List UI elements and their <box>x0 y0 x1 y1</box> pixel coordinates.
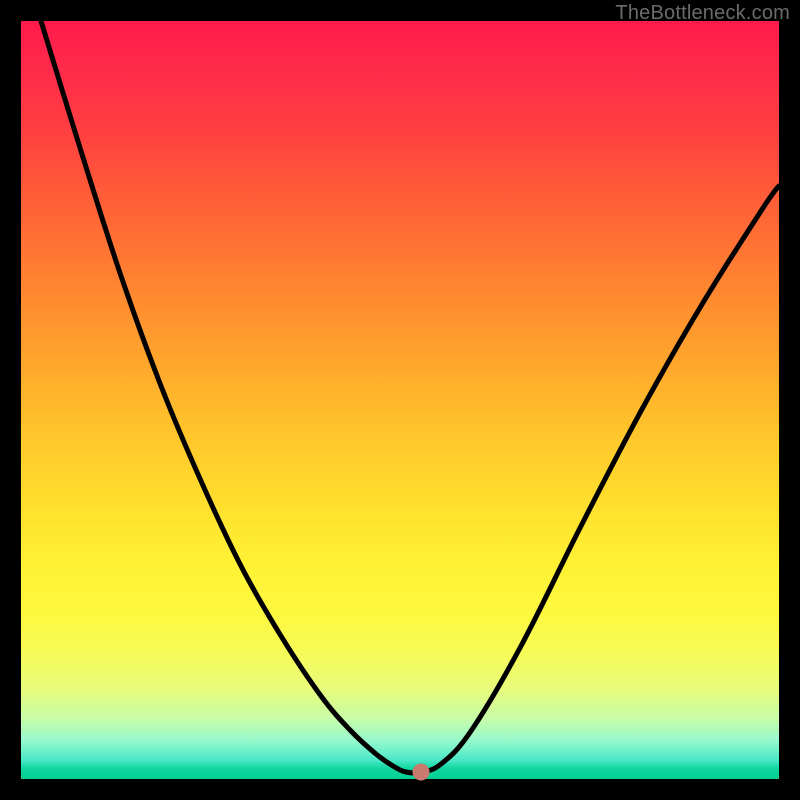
bottleneck-curve <box>21 21 779 779</box>
attribution-text: TheBottleneck.com <box>615 2 790 25</box>
highlight-dot <box>413 764 430 781</box>
chart-frame: TheBottleneck.com <box>0 0 800 800</box>
